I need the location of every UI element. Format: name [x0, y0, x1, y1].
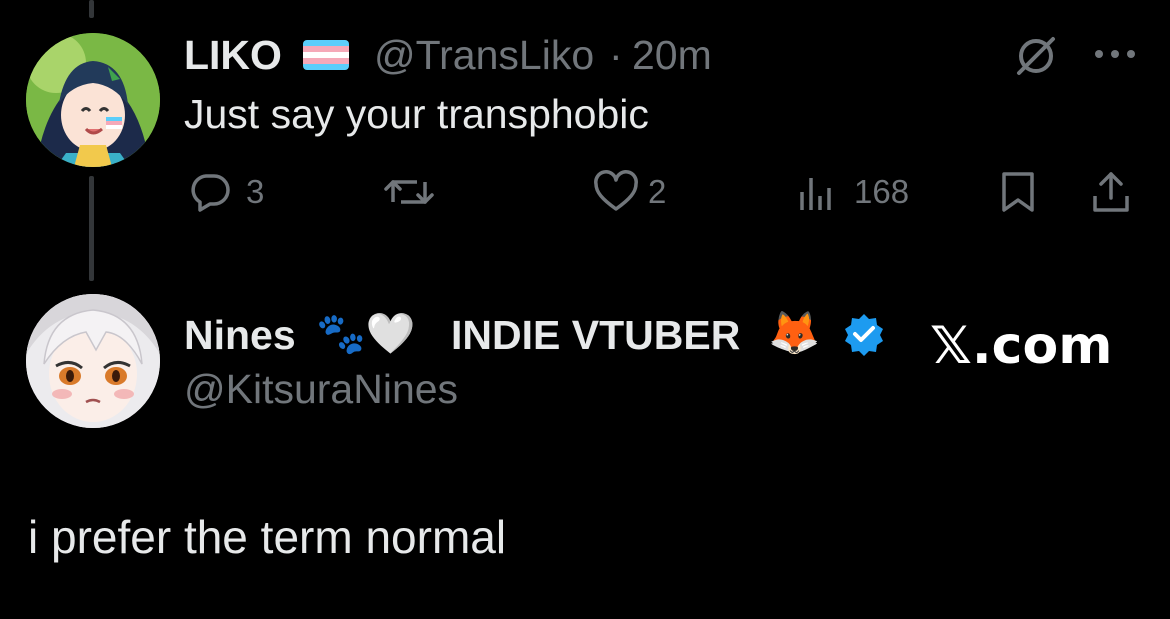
thread-line-top [89, 0, 94, 18]
nines-handle[interactable]: @KitsuraNines [184, 366, 458, 413]
reply-text: i prefer the term normal [28, 511, 507, 563]
bookmark-icon[interactable] [996, 170, 1040, 219]
grok-icon[interactable] [1013, 33, 1059, 84]
liko-handle[interactable]: @TransLiko [374, 32, 594, 79]
nines-display-name[interactable]: Nines [184, 312, 296, 359]
like-count: 2 [648, 173, 667, 210]
tweet-text: Just say your transphobic [184, 91, 649, 137]
trans-flag-icon [303, 40, 349, 70]
like-icon [594, 170, 638, 211]
x-watermark: 𝕏.com [930, 316, 1113, 376]
nines-avatar-image [26, 294, 160, 428]
retweet-button[interactable] [383, 170, 435, 214]
views-icon [800, 178, 831, 210]
views-button[interactable]: 168 [796, 170, 909, 214]
thread-line-bottom [89, 176, 94, 281]
views-count: 168 [854, 173, 910, 210]
liko-display-name[interactable]: LIKO [184, 32, 282, 79]
retweet-icon [384, 180, 434, 204]
verified-badge-icon [842, 312, 886, 361]
nines-title[interactable]: INDIE VTUBER [451, 312, 740, 359]
tweet-time[interactable]: 20m [632, 32, 712, 79]
liko-avatar[interactable] [26, 33, 160, 167]
more-icon[interactable] [1092, 47, 1138, 66]
reply-button[interactable]: 3 [188, 170, 264, 214]
fox-emoji: 🦊 [768, 308, 821, 357]
nines-avatar[interactable] [26, 294, 160, 428]
reply-count: 3 [246, 173, 265, 210]
reply-icon [191, 174, 230, 212]
liko-avatar-image [26, 33, 160, 167]
time-separator: · [609, 32, 623, 78]
like-button[interactable]: 2 [592, 170, 666, 214]
badge-emojis: 🐾🤍 [316, 311, 416, 357]
share-icon[interactable] [1089, 170, 1133, 219]
